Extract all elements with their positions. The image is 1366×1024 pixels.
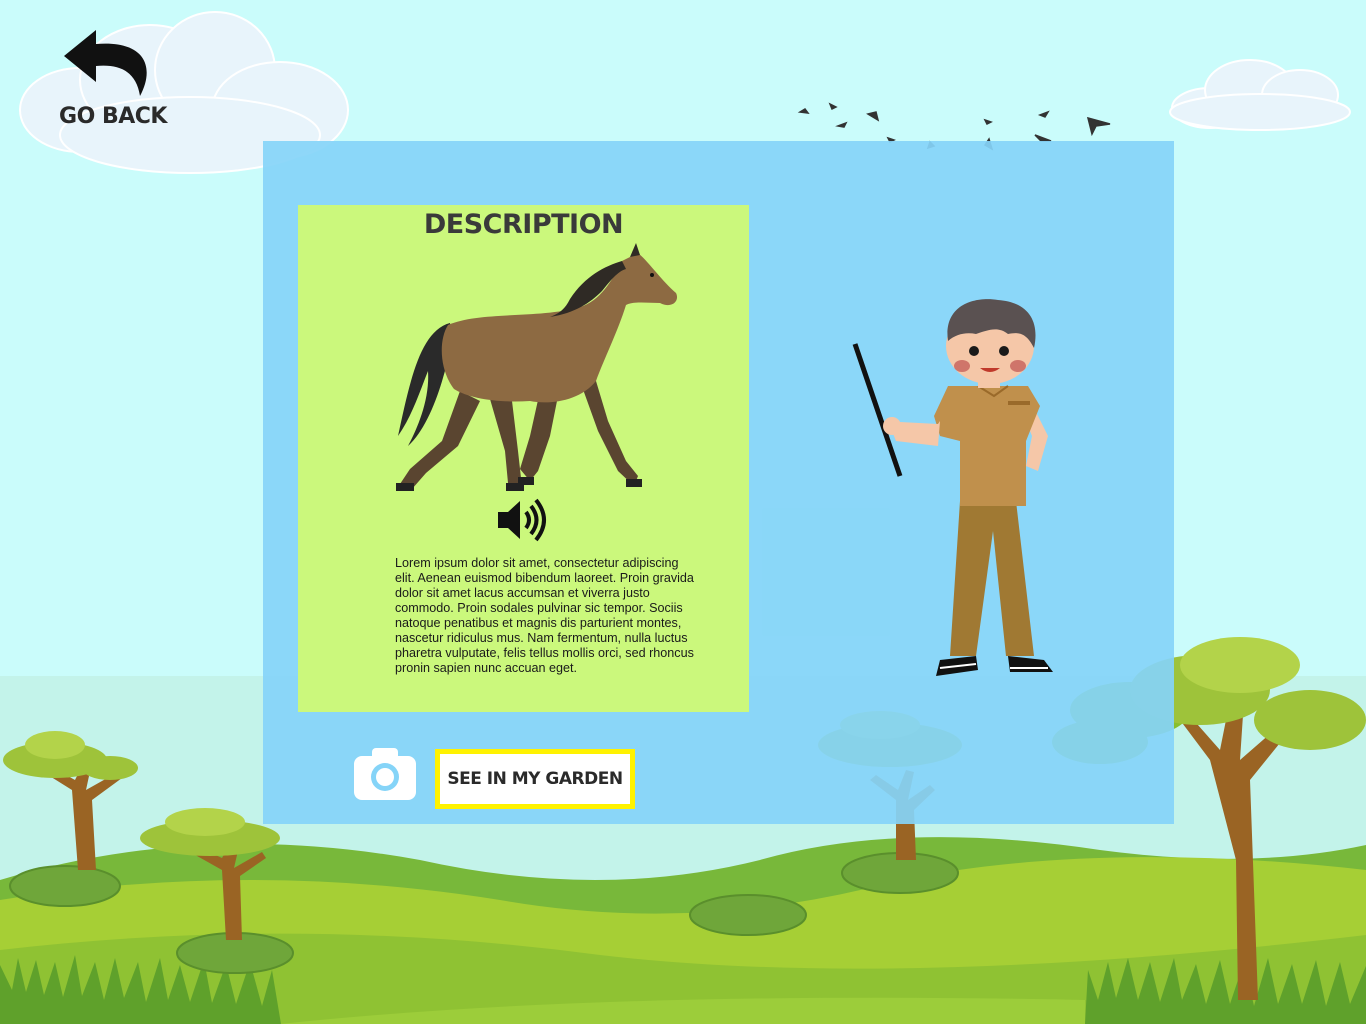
description-panel: DESCRIPTION Lorem ipsum dolor sit amet, … [263, 141, 1174, 824]
camera-icon[interactable] [354, 748, 416, 800]
description-card: DESCRIPTION Lorem ipsum dolor sit amet, … [298, 205, 749, 712]
horse-illustration [396, 243, 678, 491]
back-arrow-icon [64, 30, 147, 96]
description-title: DESCRIPTION [423, 209, 624, 240]
see-in-my-garden-button[interactable]: SEE IN MY GARDEN [435, 749, 635, 809]
teacher-illustration [852, 299, 1053, 676]
go-back-button[interactable]: GO BACK [48, 26, 178, 136]
description-text: Lorem ipsum dolor sit amet, consectetur … [395, 556, 694, 675]
cloud-right [1169, 59, 1351, 131]
go-back-label: GO BACK [59, 104, 167, 129]
speaker-volume-icon[interactable] [496, 497, 550, 543]
